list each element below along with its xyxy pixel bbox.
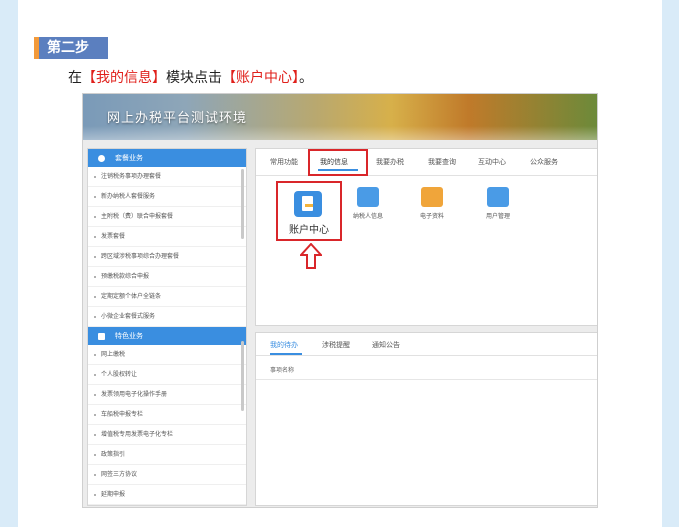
sidebar-item[interactable]: 政策指引 <box>88 445 246 465</box>
account-center-tile[interactable]: 账户中心 <box>276 181 342 241</box>
user-management-label: 用户管理 <box>485 213 510 220</box>
bullet-icon <box>94 275 96 278</box>
tab-file-taxes[interactable]: 我要办税 <box>376 157 404 167</box>
tasks-panel: 我的待办 涉税提醒 通知公告 事项名称 <box>255 332 597 506</box>
users-icon <box>487 187 509 207</box>
instruction-suffix: 。 <box>299 70 313 86</box>
tab-public-services[interactable]: 公众服务 <box>530 157 558 167</box>
bullet-icon <box>94 195 96 198</box>
folder-stack-icon <box>421 187 443 207</box>
sidebar-item[interactable]: 网签三方协议 <box>88 465 246 485</box>
bullet-icon <box>94 413 96 416</box>
account-center-label: 账户中心 <box>289 225 329 236</box>
sidebar-section-label: 套餐业务 <box>115 154 143 162</box>
embedded-screenshot: 网上办税平台测试环境 套餐业务 注销税务事项办理套餐 新办纳税人套餐服务 主附税… <box>82 93 598 508</box>
bullet-icon <box>94 473 96 476</box>
instruction-middle: 模块点击 <box>166 70 222 86</box>
sidebar-item-label: 车船税申报专栏 <box>101 411 144 418</box>
taxpayer-info-label: 纳税人信息 <box>352 213 383 220</box>
sidebar-section-package[interactable]: 套餐业务 <box>88 149 246 167</box>
divider <box>256 379 597 380</box>
bullet-icon <box>94 433 96 436</box>
sidebar-item[interactable]: 增值税专用发票电子化专栏 <box>88 425 246 445</box>
taxpayer-info-tile[interactable]: 纳税人信息 <box>338 187 398 220</box>
bullet-icon <box>94 493 96 496</box>
instruction-highlight-account-center: 【账户中心】 <box>222 70 299 86</box>
site-banner: 网上办税平台测试环境 <box>83 94 597 140</box>
sidebar-item-label: 延期申报 <box>101 491 126 498</box>
sidebar-item[interactable]: 定期定额个体户全链条 <box>88 287 246 307</box>
sidebar-item[interactable]: 车船税申报专栏 <box>88 405 246 425</box>
tab-common-functions[interactable]: 常用功能 <box>270 157 298 167</box>
sidebar-item-label: 新办纳税人套餐服务 <box>101 193 156 200</box>
main-panel: 常用功能 我的信息 我要办税 我要查询 互动中心 公众服务 账户中心 纳税人信息… <box>255 148 597 326</box>
person-card-icon <box>357 187 379 207</box>
sidebar-scrollbar-top[interactable] <box>241 169 244 239</box>
sidebar-item[interactable]: 注销税务事项办理套餐 <box>88 167 246 187</box>
sidebar-item-label: 注销税务事项办理套餐 <box>101 173 162 180</box>
documents-label: 电子资料 <box>419 213 444 220</box>
sidebar-item[interactable]: 小微企业套餐式服务 <box>88 307 246 327</box>
sidebar-item[interactable]: 新办纳税人套餐服务 <box>88 187 246 207</box>
sidebar-item-label: 政策指引 <box>101 451 126 458</box>
sidebar-item[interactable]: 主附税（费）联合申报套餐 <box>88 207 246 227</box>
up-arrow-icon <box>300 243 322 269</box>
sidebar-item-label: 增值税专用发票电子化专栏 <box>101 431 174 438</box>
sidebar-item-label: 定期定额个体户全链条 <box>101 293 162 300</box>
tasks-tabs: 我的待办 涉税提醒 通知公告 <box>256 333 597 356</box>
instruction-text: 在【我的信息】模块点击【账户中心】。 <box>68 67 313 87</box>
sidebar-scrollbar-bottom[interactable] <box>241 341 244 411</box>
sidebar: 套餐业务 注销税务事项办理套餐 新办纳税人套餐服务 主附税（费）联合申报套餐 发… <box>87 148 247 506</box>
sidebar-item-label: 发票套餐 <box>101 233 126 240</box>
bullet-icon <box>94 235 96 238</box>
banner-title: 网上办税平台测试环境 <box>107 111 248 126</box>
bullet-icon <box>94 175 96 178</box>
sidebar-item[interactable]: 网上缴税 <box>88 345 246 365</box>
sidebar-item-label: 个人股权转让 <box>101 371 138 378</box>
sidebar-item-label: 网上缴税 <box>101 351 126 358</box>
document-person-icon <box>294 191 322 217</box>
main-tabs: 常用功能 我的信息 我要办税 我要查询 互动中心 公众服务 <box>256 149 597 176</box>
tab-my-info[interactable]: 我的信息 <box>320 157 348 167</box>
star-icon <box>98 332 105 340</box>
sidebar-section-label: 特色业务 <box>115 332 143 340</box>
tab-my-todos[interactable]: 我的待办 <box>270 340 298 350</box>
sidebar-item-label: 小微企业套餐式服务 <box>101 313 156 320</box>
bullet-icon <box>94 315 96 318</box>
instruction-highlight-my-info: 【我的信息】 <box>82 70 166 86</box>
bullet-icon <box>94 353 96 356</box>
tab-query[interactable]: 我要查询 <box>428 157 456 167</box>
documents-tile[interactable]: 电子资料 <box>402 187 462 220</box>
active-tab-underline <box>318 169 358 171</box>
sidebar-item-label: 发票领用电子化操作手册 <box>101 391 168 398</box>
sidebar-item[interactable]: 跨区域涉税事项综合办理套餐 <box>88 247 246 267</box>
sidebar-item-label: 跨区域涉税事项综合办理套餐 <box>101 253 180 260</box>
sidebar-item-label: 预缴税款综合申报 <box>101 273 150 280</box>
sidebar-item[interactable]: 延期申报 <box>88 485 246 505</box>
step-badge: 第二步 <box>34 37 108 59</box>
bullet-icon <box>94 453 96 456</box>
sidebar-item[interactable]: 个人股权转让 <box>88 365 246 385</box>
tab-interaction[interactable]: 互动中心 <box>478 157 506 167</box>
active-tab-underline <box>270 353 302 355</box>
sidebar-item-label: 主附税（费）联合申报套餐 <box>101 213 174 220</box>
column-header-item-name: 事项名称 <box>270 367 295 374</box>
sidebar-section-special[interactable]: 特色业务 <box>88 327 246 345</box>
bullet-icon <box>94 255 96 258</box>
bullet-icon <box>94 393 96 396</box>
tab-announcements[interactable]: 通知公告 <box>372 340 400 350</box>
sidebar-item[interactable]: 发票套餐 <box>88 227 246 247</box>
bullet-icon <box>94 295 96 298</box>
tab-tax-reminders[interactable]: 涉税提醒 <box>322 340 350 350</box>
instruction-prefix: 在 <box>68 70 82 86</box>
package-icon <box>98 154 105 162</box>
bullet-icon <box>94 373 96 376</box>
user-management-tile[interactable]: 用户管理 <box>468 187 528 220</box>
sidebar-item-label: 网签三方协议 <box>101 471 138 478</box>
bullet-icon <box>94 215 96 218</box>
sidebar-item[interactable]: 发票领用电子化操作手册 <box>88 385 246 405</box>
sidebar-item[interactable]: 预缴税款综合申报 <box>88 267 246 287</box>
